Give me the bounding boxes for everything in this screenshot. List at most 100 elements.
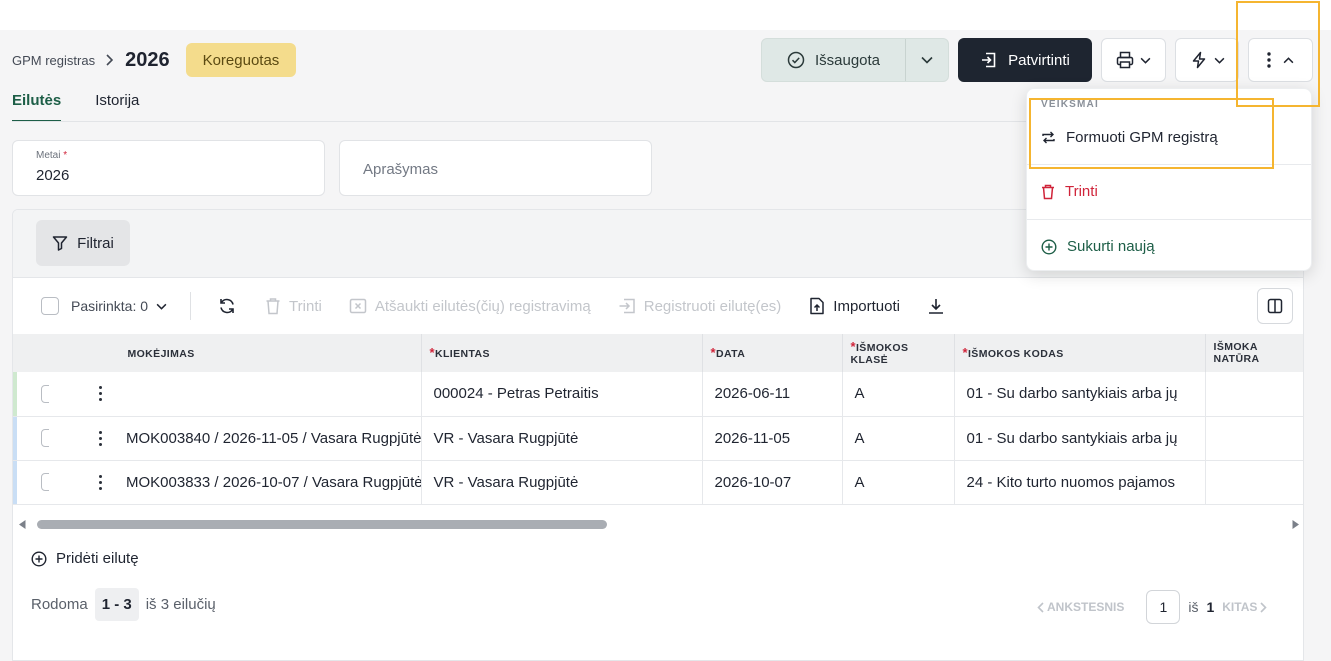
filters-label: Filtrai xyxy=(77,234,114,252)
table-toolbar: Pasirinkta: 0 Trinti Atšaukti eilutės(či… xyxy=(13,278,1303,334)
scroll-right-arrow-icon[interactable] xyxy=(1292,520,1299,529)
row-select-cell xyxy=(13,416,49,461)
row-actions-cell xyxy=(49,372,114,417)
print-button[interactable] xyxy=(1101,38,1166,82)
cell-payout-natura[interactable] xyxy=(1205,372,1303,417)
column-header-payout-class[interactable]: *IŠMOKOS KLASĖ xyxy=(842,334,955,372)
pagination-summary: Rodoma 1 - 3 iš 3 eilučių xyxy=(31,588,216,621)
columns-icon xyxy=(1267,298,1283,314)
table-row[interactable]: 000024 - Petras Petraitis 2026-06-11 A 0… xyxy=(13,372,1303,417)
menu-item-label: Sukurti naują xyxy=(1067,238,1155,255)
cell-payout-code[interactable]: 01 - Su darbo santykiais arba jų xyxy=(954,416,1206,461)
chevron-right-icon xyxy=(1260,601,1268,613)
cell-date[interactable]: 2026-10-07 xyxy=(702,460,843,505)
year-field-label: Metai * xyxy=(36,150,68,161)
add-row-button[interactable]: Pridėti eilutę xyxy=(31,550,139,567)
printer-icon xyxy=(1116,51,1134,69)
menu-item-create-new[interactable]: Sukurti naują xyxy=(1041,238,1155,255)
select-all[interactable]: Pasirinkta: 0 xyxy=(41,297,167,315)
chevron-up-icon xyxy=(1283,56,1294,64)
chevron-down-icon xyxy=(1214,57,1225,64)
cell-client[interactable]: VR - Vasara Rugpjūtė xyxy=(421,416,703,461)
cell-payment[interactable]: MOK003833 / 2026-10-07 / Vasara Rugpjūtė xyxy=(114,460,422,505)
column-header-payout-code[interactable]: *IŠMOKOS KODAS xyxy=(954,334,1206,372)
column-header-payout-natura[interactable]: IŠMOKA NATŪRA xyxy=(1205,334,1303,372)
refresh-icon[interactable] xyxy=(218,297,236,315)
total-pages: 1 xyxy=(1206,599,1215,615)
more-vertical-icon[interactable] xyxy=(99,474,102,490)
download-icon[interactable] xyxy=(927,297,945,315)
tab-rows[interactable]: Eilutės xyxy=(12,92,62,122)
cell-payout-class[interactable]: A xyxy=(842,372,955,417)
check-circle-icon xyxy=(787,51,805,69)
scrollbar-thumb[interactable] xyxy=(37,520,607,529)
row-checkbox[interactable] xyxy=(41,384,49,403)
quick-actions-button[interactable] xyxy=(1175,38,1239,82)
delete-rows-button[interactable]: Trinti xyxy=(265,297,322,315)
more-actions-button[interactable] xyxy=(1248,38,1313,82)
confirm-button[interactable]: Patvirtinti xyxy=(958,38,1092,82)
cell-client[interactable]: 000024 - Petras Petraitis xyxy=(421,372,703,417)
horizontal-scrollbar[interactable] xyxy=(19,516,1299,532)
select-all-checkbox[interactable] xyxy=(41,297,59,315)
row-actions-cell xyxy=(49,416,114,461)
row-checkbox[interactable] xyxy=(41,429,49,447)
log-in-icon xyxy=(618,298,636,314)
cell-payment[interactable]: MOK003840 / 2026-11-05 / Vasara Rugpjūtė xyxy=(114,416,422,461)
menu-divider xyxy=(1027,164,1311,165)
cell-payout-natura[interactable] xyxy=(1205,416,1303,461)
cancel-square-icon xyxy=(349,298,367,314)
of-rows-label: iš 3 eilučių xyxy=(145,596,216,613)
saved-label: Išsaugota xyxy=(814,51,881,69)
selected-count: Pasirinkta: 0 xyxy=(71,298,149,314)
more-vertical-icon[interactable] xyxy=(99,386,102,402)
description-field[interactable]: Aprašymas xyxy=(339,140,652,196)
previous-page-button[interactable]: ANKSTESNIS xyxy=(1037,600,1124,614)
tab-history[interactable]: Istorija xyxy=(95,92,139,122)
column-header-date[interactable]: *DATA xyxy=(702,334,843,372)
filters-button[interactable]: Filtrai xyxy=(36,220,130,266)
cell-date[interactable]: 2026-06-11 xyxy=(702,372,843,417)
cancel-registration-button[interactable]: Atšaukti eilutės(čių) registravimą xyxy=(349,298,591,315)
column-header-payment[interactable]: *MOKĖJIMAS xyxy=(114,334,422,372)
row-select-cell xyxy=(13,460,49,505)
page-number-input[interactable]: 1 xyxy=(1146,590,1181,624)
scroll-left-arrow-icon[interactable] xyxy=(19,520,26,529)
saved-dropdown-toggle[interactable] xyxy=(906,39,948,81)
breadcrumb: GPM registras 2026 Koreguotas xyxy=(12,43,297,77)
saved-button[interactable]: Išsaugota xyxy=(762,39,906,81)
cell-payout-code[interactable]: 01 - Su darbo santykiais arba jų xyxy=(954,372,1206,417)
menu-item-delete[interactable]: Trinti xyxy=(1041,183,1098,200)
breadcrumb-parent-link[interactable]: GPM registras xyxy=(12,53,95,68)
cancel-registration-label: Atšaukti eilutės(čių) registravimą xyxy=(374,297,591,315)
table-row[interactable]: MOK003840 / 2026-11-05 / Vasara Rugpjūtė… xyxy=(13,416,1303,461)
menu-item-label: Formuoti GPM registrą xyxy=(1066,129,1218,146)
table-row[interactable]: MOK003833 / 2026-10-07 / Vasara Rugpjūtė… xyxy=(13,460,1303,505)
column-header-client[interactable]: *KLIENTAS xyxy=(421,334,703,372)
row-checkbox[interactable] xyxy=(41,473,49,491)
import-button[interactable]: Importuoti xyxy=(809,297,900,315)
next-page-button[interactable]: KITAS xyxy=(1222,600,1268,614)
trash-icon xyxy=(1041,184,1055,200)
cell-date[interactable]: 2026-11-05 xyxy=(702,416,843,461)
status-badge: Koreguotas xyxy=(185,43,297,77)
cell-payout-code[interactable]: 24 - Kito turto nuomos pajamos xyxy=(954,460,1206,505)
year-field-value: 2026 xyxy=(36,167,70,184)
actions-dropdown-menu: VEIKSMAI Formuoti GPM registrą Trinti Su… xyxy=(1026,88,1312,271)
columns-toggle-button[interactable] xyxy=(1257,288,1293,324)
cell-payout-class[interactable]: A xyxy=(842,460,955,505)
cell-payout-class[interactable]: A xyxy=(842,416,955,461)
menu-item-generate-register[interactable]: Formuoti GPM registrą xyxy=(1041,129,1218,146)
cell-payout-natura[interactable] xyxy=(1205,460,1303,505)
rows-table-card: Filtrai Pasirinkta: 0 Trinti Atšaukti ei… xyxy=(12,209,1304,661)
cell-client[interactable]: VR - Vasara Rugpjūtė xyxy=(421,460,703,505)
trash-icon xyxy=(265,297,281,315)
repeat-icon xyxy=(1041,130,1056,145)
cell-payment[interactable] xyxy=(114,372,422,417)
header-select xyxy=(13,334,49,372)
lightning-icon xyxy=(1190,51,1208,69)
year-field[interactable]: Metai * 2026 xyxy=(12,140,325,196)
more-vertical-icon[interactable] xyxy=(99,430,102,446)
register-rows-button[interactable]: Registruoti eilutę(es) xyxy=(618,298,781,315)
row-status-bar xyxy=(13,416,17,459)
